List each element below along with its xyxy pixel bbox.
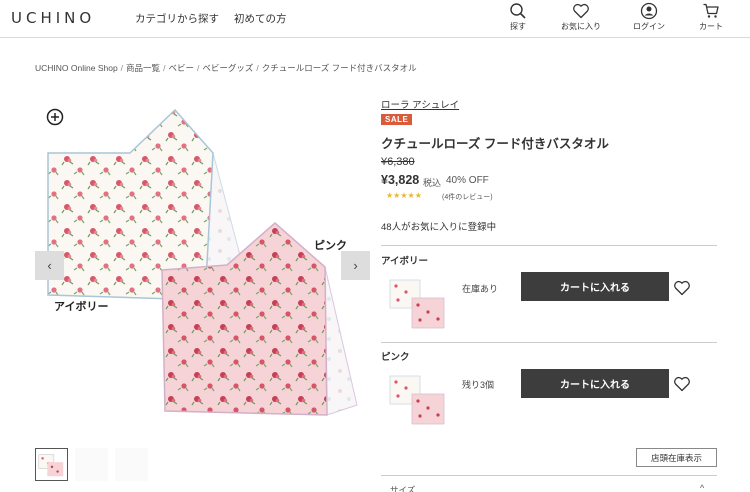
chevron-left-icon: ‹ <box>47 258 52 273</box>
divider <box>381 475 717 476</box>
favorite-count: 48人がお気に入りに登録中 <box>381 222 497 233</box>
add-to-cart-button-pink[interactable]: カートに入れる <box>521 369 669 398</box>
add-to-cart-button-ivory[interactable]: カートに入れる <box>521 272 669 301</box>
image-label-pink: ピンク <box>314 240 347 252</box>
original-price: ¥6,380 <box>381 156 415 168</box>
search-button[interactable]: 探す <box>495 2 541 36</box>
breadcrumb-item-current: クチュールローズ フード付きバスタオル <box>261 63 417 73</box>
favorites-button[interactable]: お気に入り <box>558 2 604 36</box>
heart-icon <box>573 3 589 19</box>
tax-note: 税込 <box>423 178 442 188</box>
sale-price: ¥3,828 <box>381 173 420 187</box>
chevron-up-icon[interactable]: ^ <box>700 483 704 492</box>
login-label: ログイン <box>633 22 665 31</box>
thumbnail-1[interactable] <box>35 448 68 481</box>
site-header: UCHINO カテゴリから探す 初めての方 探す お気に入り ログイン カート <box>0 0 750 38</box>
variant-thumbnail-pink[interactable] <box>386 368 450 428</box>
size-accordion-label[interactable]: サイズ <box>390 484 415 492</box>
review-count-link[interactable]: (4件のレビュー) <box>442 192 493 202</box>
variant-name-pink: ピンク <box>381 352 410 363</box>
heart-icon[interactable] <box>673 279 691 297</box>
thumbnail-3[interactable] <box>115 448 148 481</box>
thumbnail-2[interactable] <box>75 448 108 481</box>
login-button[interactable]: ログイン <box>626 2 672 36</box>
search-label: 探す <box>510 22 526 31</box>
gallery-prev-button[interactable]: ‹ <box>35 251 64 280</box>
search-icon <box>510 3 526 19</box>
store-stock-button[interactable]: 店頭在庫表示 <box>636 448 717 467</box>
product-main-image[interactable] <box>35 105 370 430</box>
user-icon <box>640 2 658 20</box>
nav-first-time-link[interactable]: 初めての方 <box>234 11 287 26</box>
image-label-ivory: アイボリー <box>54 301 109 313</box>
brand-link[interactable]: ローラ アシュレイ <box>381 97 459 111</box>
variant-thumbnail-ivory[interactable] <box>386 272 450 332</box>
cart-button[interactable]: カート <box>688 2 734 36</box>
stock-status-pink: 残り3個 <box>462 380 495 390</box>
rating-stars: ★★★★★ <box>386 191 422 200</box>
sale-badge: SALE <box>381 114 413 125</box>
heart-icon[interactable] <box>673 375 691 393</box>
cart-label: カート <box>699 22 723 31</box>
stock-status-ivory: 在庫あり <box>462 284 499 294</box>
breadcrumb-item-baby-goods[interactable]: ベビーグッズ <box>202 63 253 73</box>
cart-icon <box>703 3 719 18</box>
breadcrumb-item-baby[interactable]: ベビー <box>168 63 194 73</box>
variant-name-ivory: アイボリー <box>381 256 429 267</box>
favorites-label: お気に入り <box>561 22 601 31</box>
chevron-right-icon: › <box>353 258 358 273</box>
breadcrumb: UCHINO Online Shop / 商品一覧 / ベビー / ベビーグッズ / クチュール… <box>35 63 417 73</box>
discount-rate: 40% OFF <box>446 175 489 186</box>
divider <box>381 245 717 246</box>
product-title: クチュールローズ フード付きバスタオル <box>381 137 609 151</box>
breadcrumb-item-home[interactable]: UCHINO Online Shop <box>35 63 118 73</box>
breadcrumb-item-products[interactable]: 商品一覧 <box>126 63 160 73</box>
zoom-in-icon[interactable] <box>46 108 64 126</box>
gallery-next-button[interactable]: › <box>341 251 370 280</box>
site-logo[interactable]: UCHINO <box>11 9 95 27</box>
nav-category-link[interactable]: カテゴリから探す <box>135 11 219 26</box>
divider <box>381 342 717 343</box>
